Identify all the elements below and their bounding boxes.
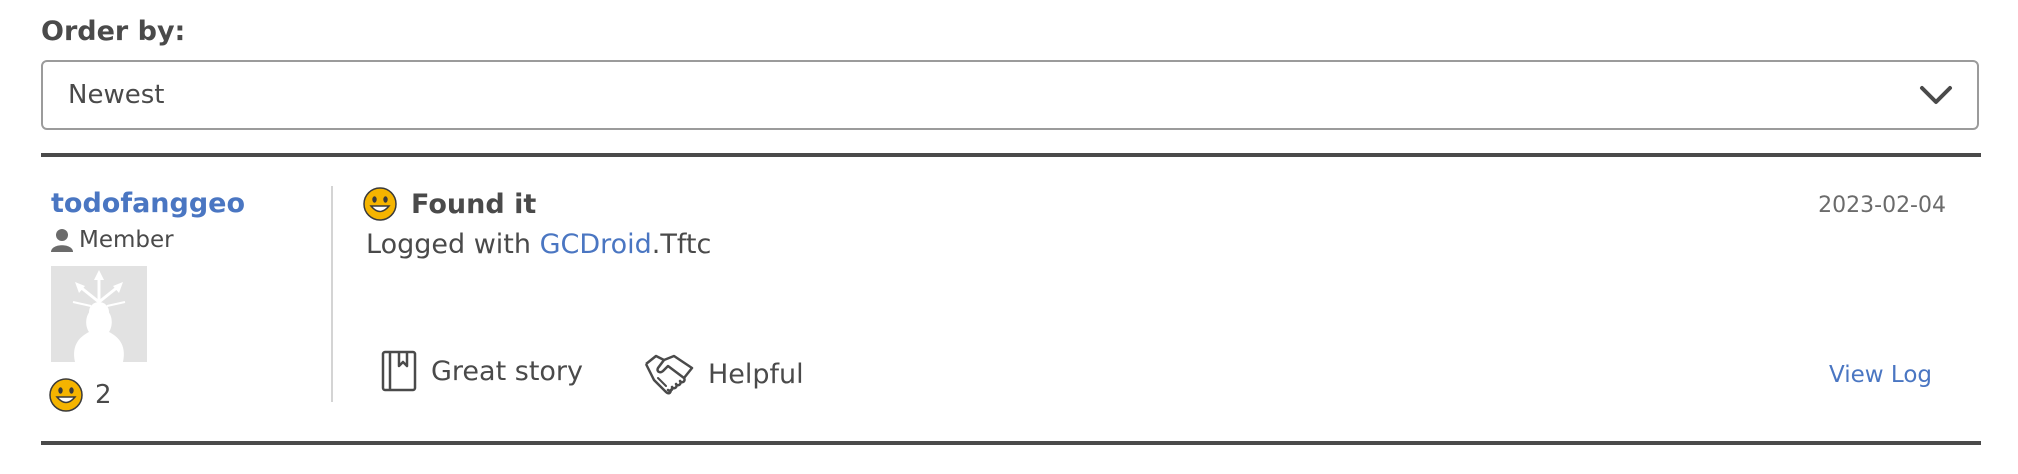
author-role-label: Member — [79, 227, 174, 253]
order-by-select[interactable]: Newest — [41, 60, 1979, 130]
smiley-icon — [363, 187, 397, 221]
avatar[interactable] — [51, 266, 147, 362]
order-by-label: Order by: — [41, 16, 186, 47]
log-text-suffix: .Tftc — [651, 229, 712, 260]
helpful-label: Helpful — [708, 358, 804, 390]
author-role: Member — [51, 227, 174, 253]
log-author-link[interactable]: todofanggeo — [51, 188, 245, 219]
great-story-button[interactable]: Great story — [381, 350, 583, 392]
log-type: Found it — [363, 187, 536, 221]
default-avatar-icon — [51, 266, 147, 362]
log-entry-divider — [331, 186, 333, 402]
handshake-icon — [644, 354, 694, 395]
person-icon — [51, 229, 73, 252]
log-type-label: Found it — [411, 188, 537, 220]
log-list-top-rule — [41, 153, 1981, 157]
finds-count-value: 2 — [95, 380, 112, 410]
log-entry-bottom-rule — [41, 441, 1981, 445]
smiley-icon — [49, 378, 83, 412]
great-story-label: Great story — [431, 355, 584, 387]
log-text: Logged with GCDroid.Tftc — [366, 229, 711, 260]
author-finds-count: 2 — [49, 378, 112, 412]
log-date: 2023-02-04 — [1818, 193, 1946, 218]
bookmark-book-icon — [381, 350, 417, 392]
gcdroid-link[interactable]: GCDroid — [540, 229, 652, 260]
helpful-button[interactable]: Helpful — [644, 350, 804, 398]
log-text-prefix: Logged with — [366, 229, 540, 260]
log-page: Order by: Newest todofanggeo Member 2 Fo… — [0, 0, 2018, 474]
chevron-down-icon — [1920, 86, 1952, 104]
order-by-selected-value: Newest — [68, 80, 165, 110]
view-log-link[interactable]: View Log — [1829, 362, 1932, 388]
